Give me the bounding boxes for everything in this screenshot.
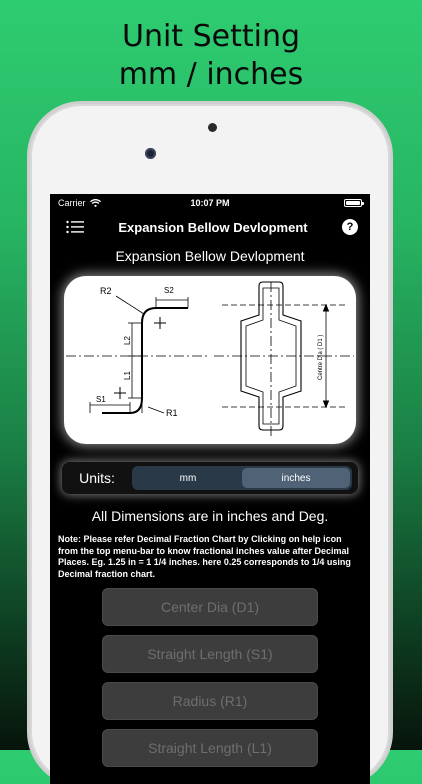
headline-line-1: Unit Setting [121,19,301,54]
label-l2: L2 [123,336,132,345]
status-bar: Carrier 10:07 PM [50,194,370,212]
units-option-inches[interactable]: inches [242,468,350,488]
front-camera [145,148,156,159]
bellow-diagram: R2 S2 S1 R1 L2 L1 Centre Dia ( D1 ) [64,276,356,444]
straight-length-s1-field[interactable]: Straight Length (S1) [102,635,318,673]
units-label: Units: [79,470,115,486]
speaker [208,123,217,132]
dimensions-note: All Dimensions are in inches and Deg. [91,508,329,524]
bellow-drawing: R2 S2 S1 R1 L2 L1 Centre Dia ( D1 ) [66,281,354,438]
decimal-fraction-note: Note: Please refer Decimal Fraction Char… [58,534,351,579]
section-title: Expansion Bellow Devlopment [115,248,305,264]
nav-bar: Expansion Bellow Devlopment ? [50,212,370,242]
input-fields: Center Dia (D1) Straight Length (S1) Rad… [50,588,370,767]
status-time: 10:07 PM [190,198,230,208]
center-dia-field[interactable]: Center Dia (D1) [102,588,318,626]
app-screen: Carrier 10:07 PM Expansion Bellow Devlop… [50,194,370,784]
radius-r1-field[interactable]: Radius (R1) [102,682,318,720]
wifi-icon [89,199,101,207]
label-centre-dia: Centre Dia ( D1 ) [318,335,324,380]
straight-length-l1-field[interactable]: Straight Length (L1) [102,729,318,767]
label-r1: R1 [166,408,178,418]
phone-frame: Carrier 10:07 PM Expansion Bellow Devlop… [30,104,390,784]
carrier-label: Carrier [58,198,86,208]
label-r2: R2 [100,286,112,296]
battery-icon [344,199,364,207]
menu-icon[interactable] [66,220,84,234]
units-option-mm[interactable]: mm [134,468,242,488]
units-selector: Units: mm inches [62,462,358,494]
promo-headline: Unit Setting mm / inches [0,18,422,94]
help-icon[interactable]: ? [341,219,358,235]
nav-title: Expansion Bellow Devlopment [118,219,308,235]
label-s1: S1 [96,395,106,404]
label-l1: L1 [123,371,132,380]
units-segmented-control: mm inches [132,466,352,490]
label-s2: S2 [164,286,174,295]
headline-line-2: mm / inches [118,57,304,92]
